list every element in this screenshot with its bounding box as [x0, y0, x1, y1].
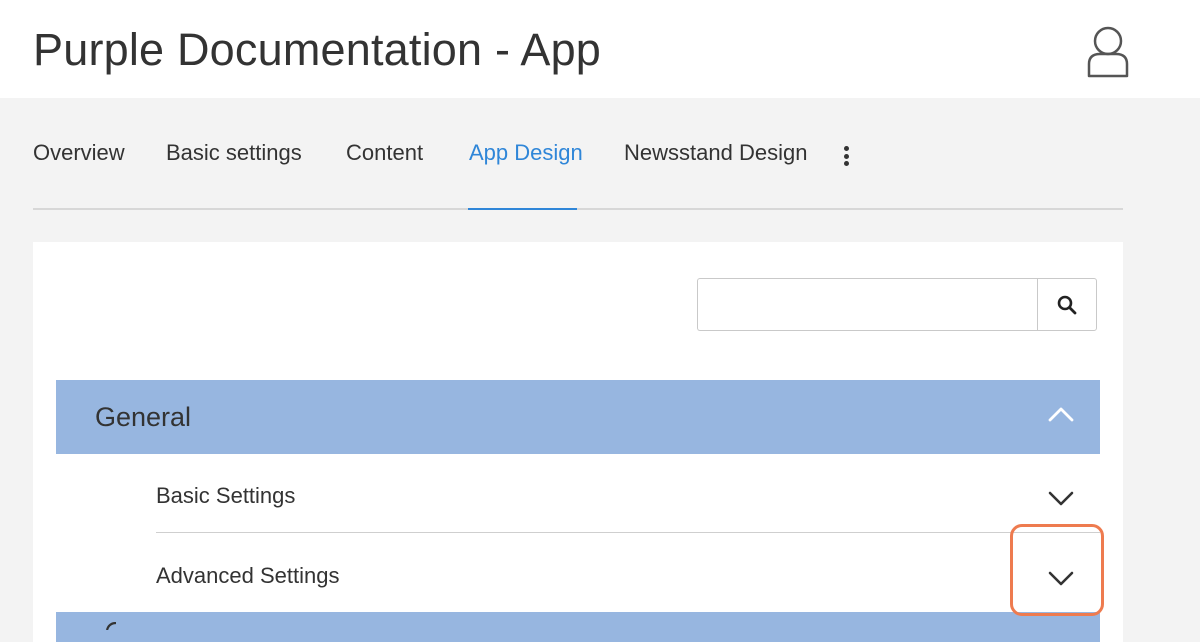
section-header-general[interactable]: General — [56, 380, 1100, 454]
tab-basic-settings[interactable]: Basic settings — [166, 140, 302, 166]
search-button[interactable] — [1037, 278, 1097, 331]
tab-divider — [33, 208, 1123, 210]
page-title: Purple Documentation - App — [33, 24, 602, 75]
list-item-label: Basic Settings — [156, 483, 296, 508]
chevron-up-icon[interactable] — [1048, 406, 1074, 422]
chevron-down-icon[interactable] — [1048, 570, 1074, 586]
section-title-fragment — [105, 622, 117, 630]
tab-content[interactable]: Content — [346, 140, 423, 166]
tab-newsstand-design[interactable]: Newsstand Design — [624, 140, 807, 166]
tab-app-design[interactable]: App Design — [469, 140, 583, 166]
tab-bar: Overview Basic settings Content App Desi… — [33, 110, 1123, 210]
user-icon[interactable] — [1082, 24, 1134, 80]
section-title: General — [95, 402, 192, 432]
active-tab-indicator — [468, 208, 577, 210]
chevron-down-icon[interactable] — [1048, 490, 1074, 506]
tab-overview[interactable]: Overview — [33, 140, 125, 166]
list-item-advanced-settings[interactable]: Advanced Settings — [156, 534, 1100, 612]
app-header: Purple Documentation - App — [0, 0, 1200, 98]
list-item-label: Advanced Settings — [156, 563, 340, 588]
search-icon — [1057, 295, 1077, 314]
search-input[interactable] — [697, 278, 1037, 331]
list-item-basic-settings[interactable]: Basic Settings — [156, 454, 1100, 533]
content-panel: General Basic Settings Advanced Settings — [33, 242, 1123, 642]
vertical-ellipsis-icon[interactable] — [841, 146, 851, 170]
search-box — [697, 278, 1097, 331]
section-header-next[interactable] — [56, 612, 1100, 642]
